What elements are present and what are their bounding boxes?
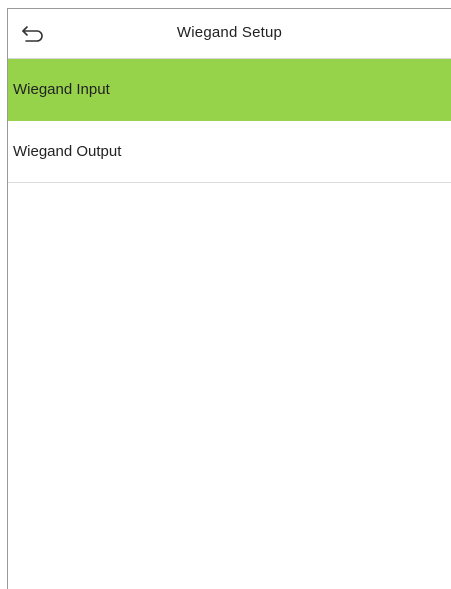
wiegand-setup-screen: Wiegand Setup Wiegand Input Wiegand Outp…	[0, 0, 451, 589]
menu-list: Wiegand Input Wiegand Output	[8, 59, 451, 183]
menu-item-label: Wiegand Output	[13, 143, 122, 160]
menu-item-label: Wiegand Input	[13, 81, 110, 98]
menu-item-wiegand-output[interactable]: Wiegand Output	[8, 121, 451, 183]
page-title: Wiegand Setup	[176, 24, 283, 41]
header-bar: Wiegand Setup	[8, 9, 451, 59]
menu-item-wiegand-input[interactable]: Wiegand Input	[8, 59, 451, 121]
